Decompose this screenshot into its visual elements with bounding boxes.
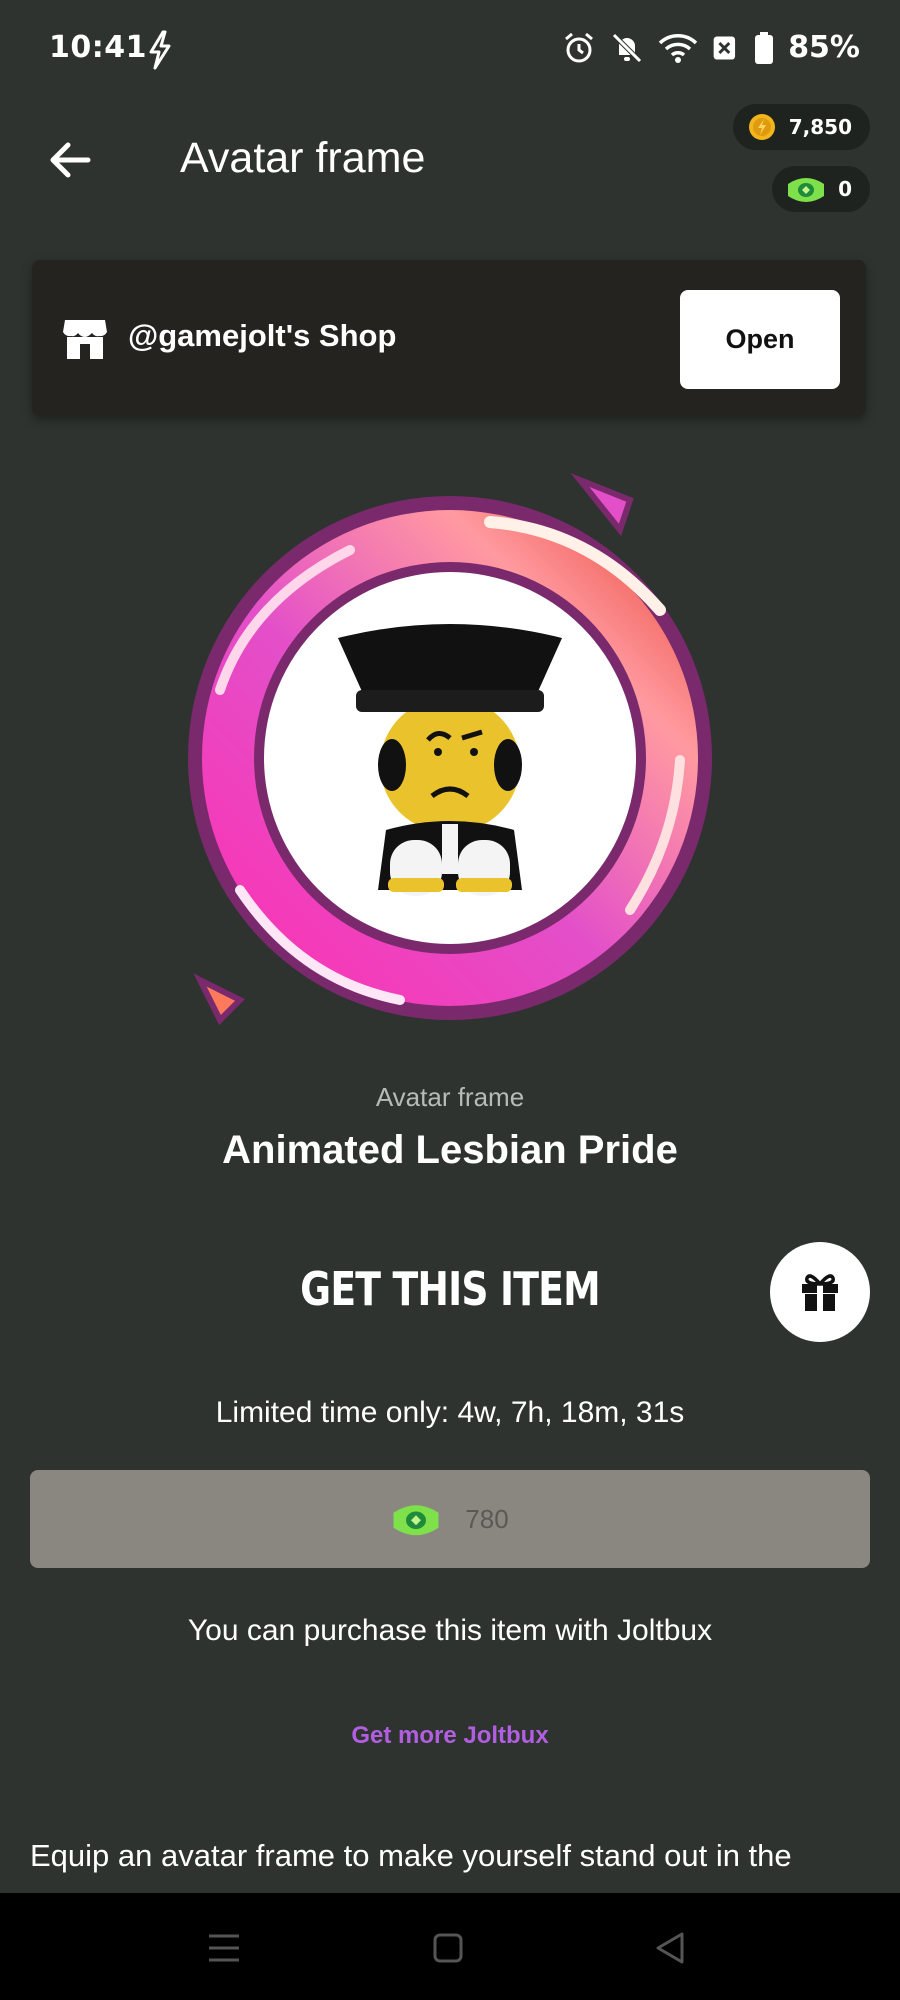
joltbux-amount: 0	[838, 177, 852, 201]
get-item-heading: GET THIS ITEM	[300, 1262, 600, 1316]
store-icon	[63, 320, 107, 359]
item-type-label: Avatar frame	[375, 1082, 525, 1112]
joltbux-icon	[393, 1505, 439, 1536]
bolt-icon	[149, 30, 171, 70]
system-nav-bar	[0, 1893, 900, 2000]
back-triangle-icon	[656, 1932, 684, 1964]
battery-percent: 85%	[788, 30, 860, 65]
shop-card: @gamejolt's Shop Open	[32, 260, 866, 416]
item-description: Equip an avatar frame to make yourself s…	[30, 1838, 792, 1892]
wifi-icon	[658, 33, 698, 63]
avatar-frame-preview	[188, 472, 712, 1026]
alarm-icon	[565, 32, 594, 62]
get-more-joltbux-link[interactable]: Get more Joltbux	[0, 1722, 900, 1750]
joltbux-icon	[788, 178, 825, 202]
back-nav-button[interactable]	[640, 1923, 700, 1973]
home-button[interactable]	[418, 1923, 478, 1973]
battery-icon	[755, 31, 774, 64]
back-button[interactable]	[40, 130, 100, 190]
coin-icon	[748, 114, 775, 140]
shop-name: @gamejolt's Shop	[128, 318, 397, 353]
buy-with-joltbux-button[interactable]: 780	[30, 1470, 870, 1568]
status-icons: 85%	[562, 30, 860, 65]
home-square-icon	[433, 1933, 463, 1963]
status-bar: 10:41 85%	[0, 0, 900, 100]
menu-icon	[209, 1934, 239, 1962]
arrow-left-icon	[50, 142, 91, 178]
limited-time-countdown: Limited time only: 4w, 7h, 18m, 31s	[215, 1396, 685, 1429]
bell-off-icon	[612, 32, 642, 63]
recents-button[interactable]	[194, 1923, 254, 1973]
coin-balance[interactable]: 7,850	[732, 104, 870, 150]
gift-icon	[802, 1274, 838, 1311]
joltbux-balance[interactable]: 0	[772, 166, 870, 212]
gift-button[interactable]	[770, 1242, 870, 1342]
item-name: Animated Lesbian Pride	[222, 1128, 678, 1172]
open-shop-button[interactable]: Open	[680, 290, 840, 389]
item-price: 780	[465, 1503, 509, 1534]
purchase-info: You can purchase this item with Joltbux	[187, 1614, 713, 1647]
coin-amount: 7,850	[788, 115, 852, 139]
close-box-icon	[713, 35, 736, 60]
status-time: 10:41	[49, 30, 147, 65]
page-title: Avatar frame	[180, 134, 426, 182]
